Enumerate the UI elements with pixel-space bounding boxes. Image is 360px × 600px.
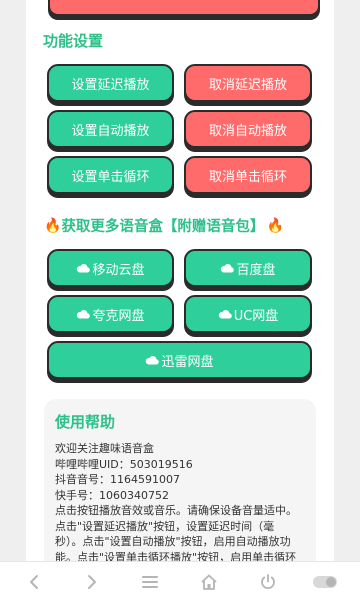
fire-icon: 🔥	[266, 217, 284, 234]
cloud-icon	[77, 264, 91, 273]
uc-label: UC网盘	[233, 308, 279, 324]
mobile-cloud-label: 移动云盘	[92, 262, 145, 278]
partial-button-top[interactable]	[48, 0, 320, 16]
help-title: 使用帮助	[55, 413, 116, 431]
uc-button[interactable]: UC网盘	[184, 295, 312, 333]
toggle-icon[interactable]	[312, 572, 338, 592]
cloud-icon	[221, 264, 235, 273]
power-icon[interactable]	[258, 572, 278, 592]
cancel-auto-button[interactable]: 取消自动播放	[184, 110, 312, 148]
quark-label: 夸克网盘	[92, 308, 145, 324]
promo-heading: 🔥 获取更多语音盒【附赠语音包】 🔥	[44, 215, 316, 236]
help-line: 快手号：1060340752	[55, 488, 169, 502]
help-line: 哔哩哔哩UID：503019516	[55, 457, 193, 471]
browser-bottom-nav	[0, 561, 360, 600]
home-icon[interactable]	[199, 572, 219, 592]
help-line: 抖音音号：1164591007	[55, 473, 180, 486]
help-line: 欢迎关注趣味语音盒	[55, 442, 154, 455]
cloud-icon	[146, 356, 160, 365]
set-auto-button[interactable]: 设置自动播放	[47, 110, 174, 148]
cancel-delay-button[interactable]: 取消延迟播放	[184, 64, 312, 102]
back-icon[interactable]	[24, 572, 44, 592]
set-loop-button[interactable]: 设置单击循环	[47, 156, 174, 194]
baidu-button[interactable]: 百度盘	[184, 249, 312, 287]
baidu-label: 百度盘	[236, 262, 276, 278]
menu-icon[interactable]	[140, 572, 160, 592]
help-line: 点击按钮播放音效或音乐。请确保设备音量适中。	[55, 504, 297, 517]
cancel-loop-button[interactable]: 取消单击循环	[184, 156, 312, 194]
quark-button[interactable]: 夸克网盘	[47, 295, 174, 333]
set-delay-button[interactable]: 设置延迟播放	[47, 64, 174, 102]
cloud-icon	[77, 310, 91, 319]
promo-text: 获取更多语音盒【附赠语音包】	[61, 219, 265, 235]
xunlei-button[interactable]: 迅雷网盘	[47, 341, 312, 379]
mobile-cloud-button[interactable]: 移动云盘	[47, 249, 174, 287]
help-line: 点击"设置延迟播放"按钮，设置延迟时间（毫	[55, 519, 275, 533]
fire-icon: 🔥	[44, 217, 62, 234]
xunlei-label: 迅雷网盘	[161, 354, 214, 370]
cloud-icon	[218, 310, 232, 319]
section-title: 功能设置	[43, 32, 104, 50]
forward-icon[interactable]	[82, 572, 102, 592]
help-line: 秒）。点击"设置自动播放"按钮，启用自动播放功	[55, 535, 291, 548]
